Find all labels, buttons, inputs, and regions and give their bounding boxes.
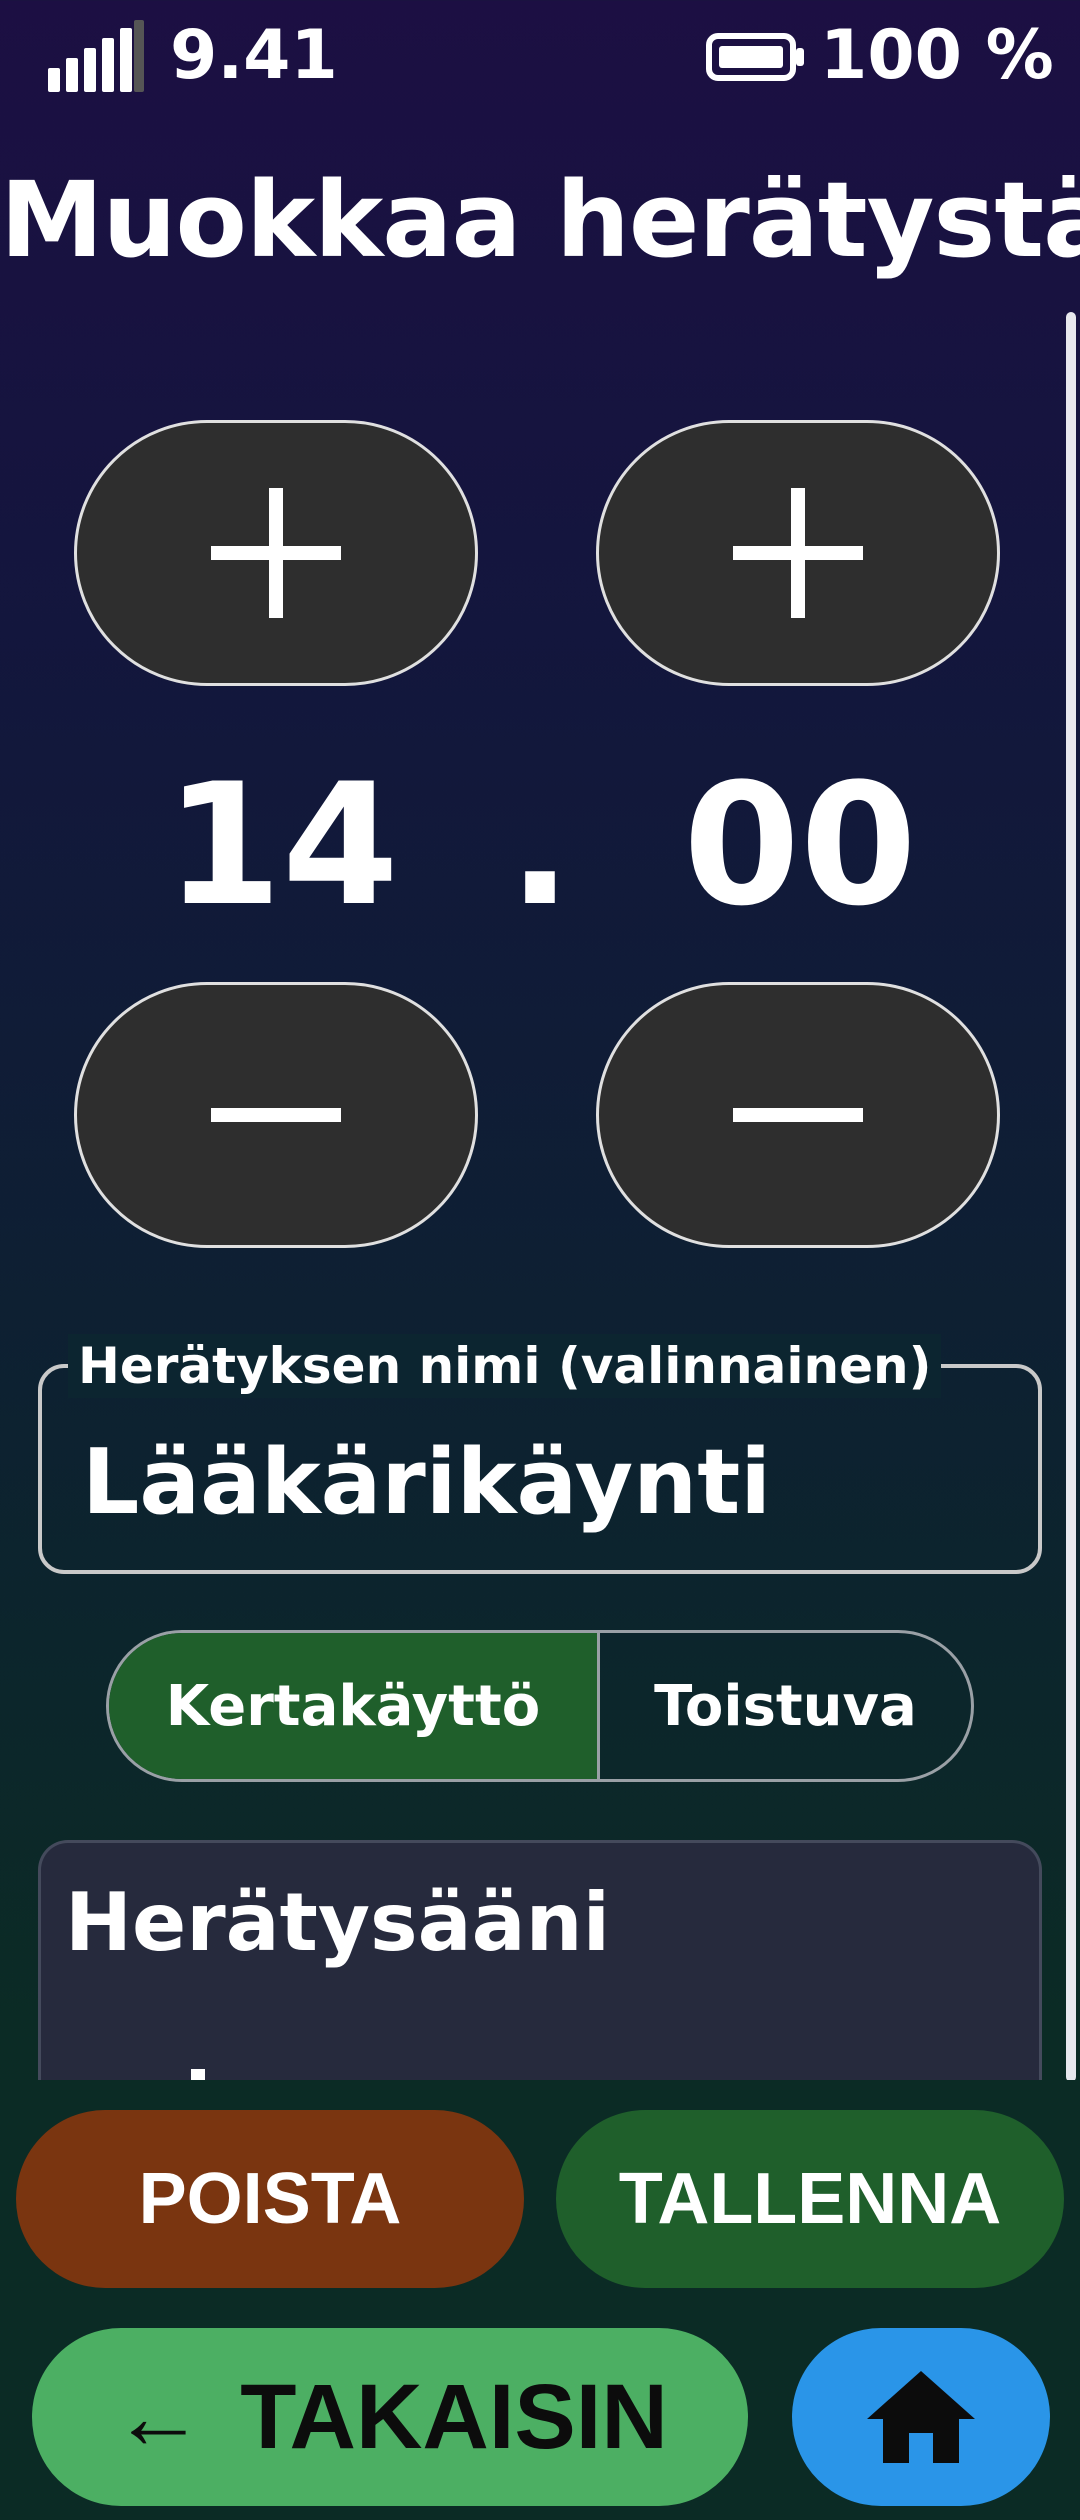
- status-bar: 9.41 100 %: [0, 0, 1080, 110]
- alarm-name-input[interactable]: Lääkärikäynti: [82, 1428, 771, 1538]
- home-button[interactable]: [792, 2328, 1050, 2506]
- plus-icon: [211, 488, 341, 618]
- minutes-value: 00: [683, 747, 917, 943]
- minutes-decrement-button[interactable]: [596, 982, 1000, 1248]
- hours-increment-button[interactable]: [74, 420, 478, 686]
- battery-percentage: 100 %: [820, 16, 1054, 95]
- alarm-sound-card[interactable]: Herätysääni: [38, 1840, 1042, 2100]
- plus-icon: [733, 488, 863, 618]
- hours-decrement-button[interactable]: [74, 982, 478, 1248]
- alarm-name-field[interactable]: Herätyksen nimi (valinnainen) Lääkärikäy…: [38, 1334, 1042, 1574]
- back-arrow-icon: ←: [112, 2365, 205, 2468]
- back-button-label: TAKAISIN: [240, 2365, 668, 2468]
- delete-button[interactable]: POISTA: [16, 2110, 524, 2288]
- hours-value: 14: [165, 747, 399, 943]
- minus-icon: [211, 1108, 341, 1122]
- signal-icon: [48, 20, 148, 92]
- home-icon: [867, 2371, 975, 2463]
- time-separator: .: [508, 747, 572, 943]
- repeat-mode-toggle: Kertakäyttö Toistuva: [106, 1630, 974, 1782]
- minutes-increment-button[interactable]: [596, 420, 1000, 686]
- status-time: 9.41: [170, 16, 338, 95]
- page-title: Muokkaa herätystä: [0, 159, 1080, 281]
- recurring-option[interactable]: Toistuva: [600, 1633, 971, 1779]
- alarm-sound-title: Herätysääni: [65, 1876, 610, 1969]
- one-time-option[interactable]: Kertakäyttö: [109, 1633, 600, 1779]
- scrollbar[interactable]: [1066, 312, 1076, 2082]
- battery-icon: [706, 32, 806, 82]
- back-button[interactable]: ← TAKAISIN: [32, 2328, 748, 2506]
- minus-icon: [733, 1108, 863, 1122]
- alarm-name-label: Herätyksen nimi (valinnainen): [68, 1334, 942, 1398]
- save-button[interactable]: TALLENNA: [556, 2110, 1064, 2288]
